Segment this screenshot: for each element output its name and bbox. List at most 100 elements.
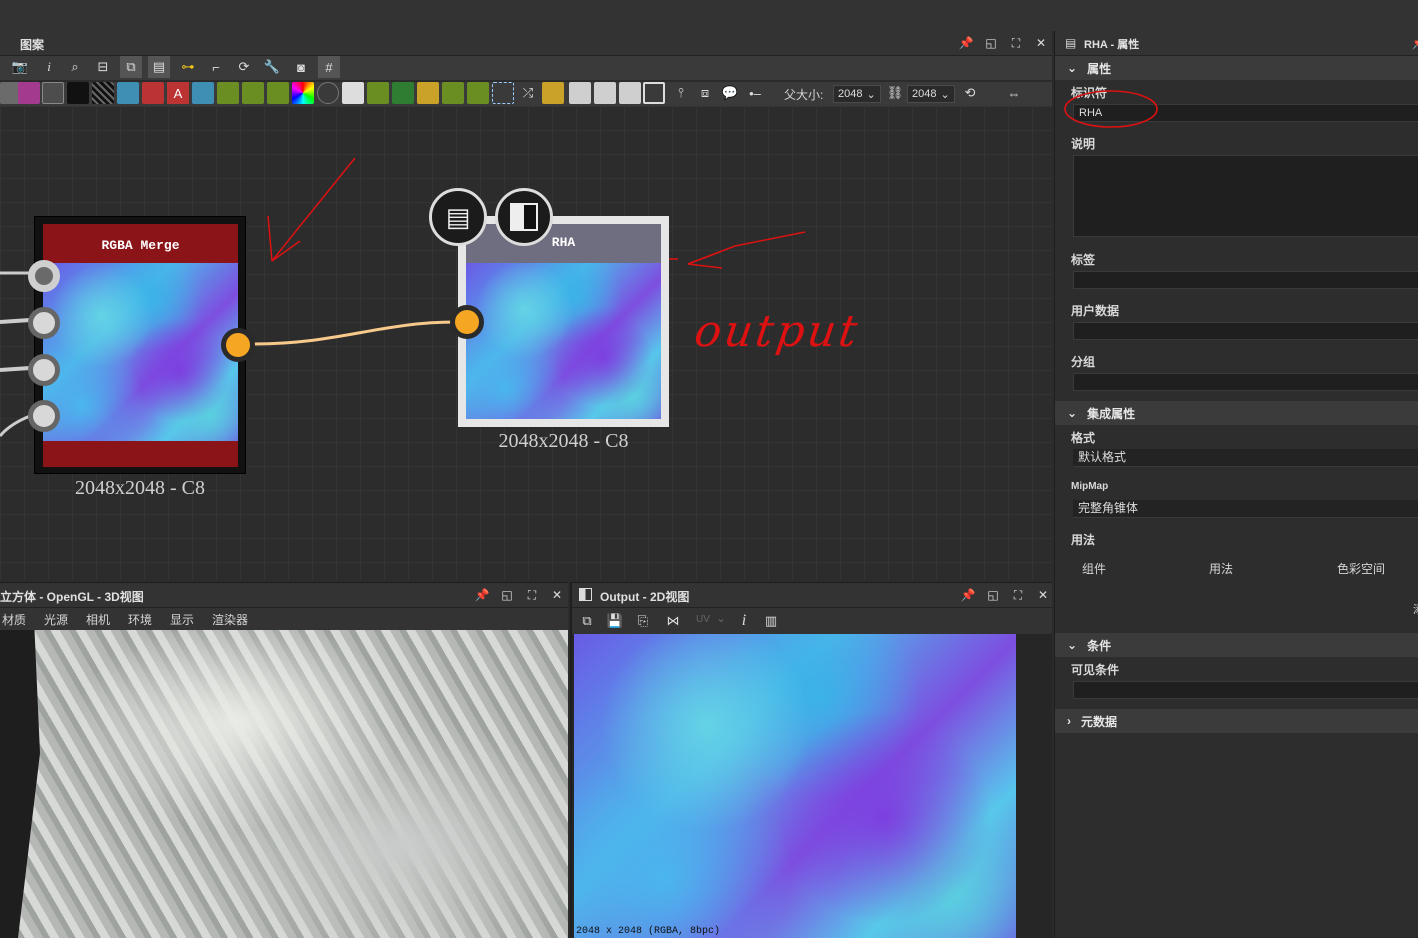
menu-camera[interactable]: 相机 (86, 611, 110, 628)
fit-icon[interactable]: ⇔ (1003, 82, 1025, 104)
output-pin-merge[interactable] (221, 328, 255, 362)
connect-icon[interactable]: ⌐ (205, 56, 227, 78)
section-metadata[interactable]: › 元数据 (1055, 709, 1418, 733)
info-icon[interactable]: i (38, 56, 60, 78)
levels-icon[interactable] (242, 82, 264, 104)
camera-icon[interactable]: 📷 (9, 56, 31, 78)
curve-icon[interactable] (18, 82, 40, 104)
link-icon[interactable]: ⊶ (177, 56, 199, 78)
circle-icon[interactable] (317, 82, 339, 104)
format-select[interactable]: 默认格式 (1073, 449, 1418, 467)
visible-condition-input[interactable] (1073, 681, 1418, 699)
tags-input[interactable] (1073, 271, 1418, 289)
rgba-merge-node[interactable]: RGBA Merge (34, 216, 246, 474)
mipmap-select[interactable]: 完整角锥体 (1073, 500, 1418, 518)
close-icon[interactable]: ✕ (1035, 587, 1051, 603)
switch-icon[interactable] (417, 82, 439, 104)
gradient-icon[interactable] (217, 82, 239, 104)
save-icon[interactable]: 💾 (604, 610, 626, 632)
comment-icon[interactable]: 💬 (719, 82, 741, 104)
pin-icon[interactable]: 📌 (1411, 35, 1418, 51)
wrench-icon[interactable]: 🔧 (261, 56, 283, 78)
pattern-icon[interactable] (117, 82, 139, 104)
viewport-2d-title: Output - 2D视图 (600, 590, 690, 604)
drop-icon[interactable] (267, 82, 289, 104)
noise-icon[interactable] (92, 82, 114, 104)
float-icon[interactable]: ◱ (499, 587, 515, 603)
crop-icon[interactable] (594, 82, 616, 104)
share-icon[interactable]: ⋈ (662, 610, 684, 632)
view-mode-icon[interactable]: ⧉ (576, 610, 598, 632)
tile-icon[interactable] (619, 82, 641, 104)
input-pin-rha[interactable] (450, 305, 484, 339)
edge-icon[interactable] (467, 82, 489, 104)
select-icon[interactable] (492, 82, 514, 104)
section-conditions[interactable]: ⌄ 条件 (1055, 633, 1418, 657)
transform2-icon[interactable] (569, 82, 591, 104)
mirror-icon[interactable] (542, 82, 564, 104)
graph-canvas[interactable]: RGBA Merge 2048x2048 - C8 RHA ▤ 2048x204… (0, 106, 1052, 580)
copy-icon[interactable]: ⎘ (632, 610, 654, 632)
menu-environment[interactable]: 环境 (128, 611, 152, 628)
usage-add-button[interactable]: 添 (1413, 601, 1418, 617)
maximize-icon[interactable]: ⛶ (1010, 587, 1026, 603)
section-integration[interactable]: ⌄ 集成属性 (1055, 401, 1418, 425)
reset-icon[interactable]: ⟲ (959, 82, 981, 104)
group-input[interactable] (1073, 373, 1418, 391)
dot-icon[interactable]: •– (744, 82, 766, 104)
viewport-3d-canvas[interactable] (0, 630, 568, 938)
menu-renderer[interactable]: 渲染器 (212, 611, 248, 628)
section-attributes[interactable]: ⌄ 属性 (1055, 56, 1418, 80)
blend-icon[interactable] (342, 82, 364, 104)
export-icon[interactable]: ⧈ (694, 82, 716, 104)
close-icon[interactable]: ✕ (1033, 35, 1049, 51)
menu-display[interactable]: 显示 (170, 611, 194, 628)
frame-icon[interactable]: ▤ (148, 56, 170, 78)
histogram-icon[interactable] (442, 82, 464, 104)
pin-icon[interactable]: 📌 (474, 587, 490, 603)
description-textarea[interactable] (1073, 155, 1418, 237)
float-icon[interactable]: ◱ (983, 35, 999, 51)
link-size-icon[interactable]: ⛓ (884, 82, 906, 104)
pin-icon[interactable]: 📌 (960, 587, 976, 603)
input-pin-1[interactable] (28, 260, 60, 292)
float-icon[interactable]: ◱ (985, 587, 1001, 603)
width-select[interactable]: 2048 ⌄ (833, 85, 881, 103)
image-icon[interactable] (42, 82, 64, 104)
userdata-input[interactable] (1073, 322, 1418, 340)
output-type-icon[interactable] (495, 188, 553, 246)
hue-icon[interactable] (292, 82, 314, 104)
refresh-icon[interactable]: ⟳ (233, 56, 255, 78)
input-pin-3[interactable] (28, 354, 60, 386)
pin-icon[interactable]: 📌 (958, 35, 974, 51)
frame2-icon[interactable] (643, 82, 665, 104)
uv-select[interactable]: UV (696, 614, 710, 625)
grid-icon[interactable]: # (318, 56, 340, 78)
document-icon[interactable]: ▤ (429, 188, 487, 246)
snapshot-icon[interactable]: ◙ (290, 56, 312, 78)
tags-label: 标签 (1071, 253, 1096, 267)
search-icon[interactable]: ⌕ (64, 56, 86, 78)
menu-lights[interactable]: 光源 (44, 611, 68, 628)
bitmap-icon[interactable] (67, 82, 89, 104)
pin2-icon[interactable]: ⫯ (670, 82, 692, 104)
transform-icon[interactable] (192, 82, 214, 104)
menu-material[interactable]: 材质 (2, 611, 26, 628)
height-select[interactable]: 2048 ⌄ (907, 85, 955, 103)
layout-icon[interactable]: ⧉ (120, 56, 142, 78)
channel-icon[interactable] (392, 82, 414, 104)
viewport-2d-canvas[interactable]: 2048 x 2048 (RGBA, 8bpc) (572, 634, 1052, 938)
shuffle-icon[interactable]: ⤮ (517, 82, 539, 104)
warp-icon[interactable] (367, 82, 389, 104)
maximize-icon[interactable]: ⛶ (524, 587, 540, 603)
input-pin-4[interactable] (28, 400, 60, 432)
fill-icon[interactable] (142, 82, 164, 104)
align-icon[interactable]: ⊟ (92, 56, 114, 78)
input-pin-2[interactable] (28, 307, 60, 339)
info-icon[interactable]: i (733, 610, 755, 632)
text-icon[interactable]: A (167, 82, 189, 104)
close-icon[interactable]: ✕ (549, 587, 565, 603)
rha-node[interactable]: RHA (458, 216, 669, 427)
histogram-icon[interactable]: ▥ (760, 610, 782, 632)
maximize-icon[interactable]: ⛶ (1008, 35, 1024, 51)
